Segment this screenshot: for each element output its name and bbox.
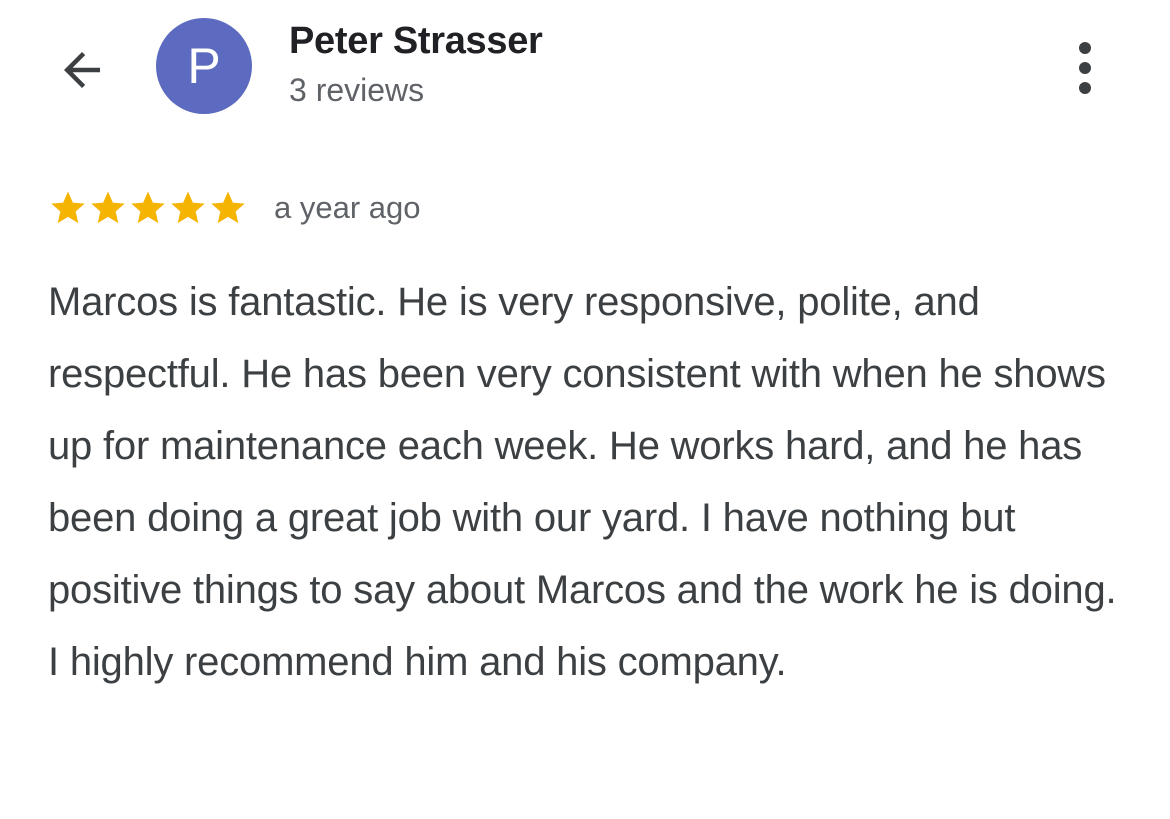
more-vert-icon xyxy=(1079,42,1091,94)
review-count: 3 reviews xyxy=(289,72,425,108)
star-icon xyxy=(91,191,125,224)
star-icon xyxy=(51,191,85,224)
avatar-letter: P xyxy=(187,38,221,94)
star-icon xyxy=(131,191,165,224)
star-icon xyxy=(211,191,245,224)
rating-row: a year ago xyxy=(48,186,421,230)
arrow-back-icon xyxy=(64,52,100,88)
star-rating xyxy=(48,188,248,228)
review-body: Marcos is fantastic. He is very responsi… xyxy=(48,280,1117,684)
review-header: P Peter Strasser 3 reviews xyxy=(0,0,1170,140)
star-icon xyxy=(171,191,205,224)
reviewer-name[interactable]: Peter Strasser xyxy=(289,20,543,63)
avatar[interactable]: P xyxy=(156,18,252,114)
back-button[interactable] xyxy=(50,38,114,102)
review-time: a year ago xyxy=(274,190,421,225)
more-options-button[interactable] xyxy=(1060,36,1110,100)
